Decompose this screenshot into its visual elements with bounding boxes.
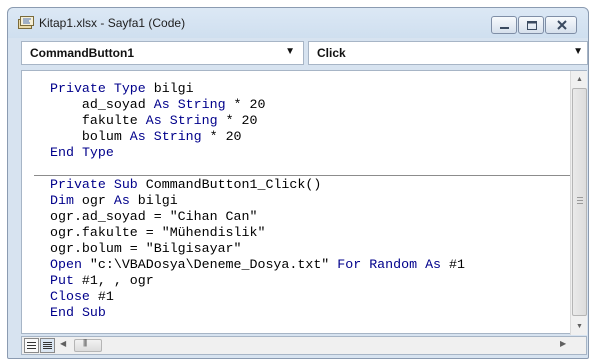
code-line[interactable]: End Type	[50, 145, 114, 161]
code-line[interactable]: Open "c:\VBADosya\Deneme_Dosya.txt" For …	[50, 257, 465, 273]
code-line[interactable]: Private Type bilgi	[50, 81, 194, 97]
code-area[interactable]: Private Type bilgi ad_soyad As String * …	[22, 71, 570, 335]
title-bar[interactable]: Kitap1.xlsx - Sayfa1 (Code)	[8, 8, 588, 38]
scroll-right-icon[interactable]: ▶	[560, 339, 566, 348]
code-line[interactable]: Put #1, , ogr	[50, 273, 154, 289]
code-line[interactable]: Close #1	[50, 289, 114, 305]
close-button[interactable]	[545, 16, 577, 34]
scroll-up-icon[interactable]: ▲	[571, 71, 588, 88]
procedure-dropdown[interactable]: Click ▼	[308, 41, 588, 65]
scroll-left-icon[interactable]: ◀	[60, 339, 66, 348]
code-line[interactable]: Dim ogr As bilgi	[50, 193, 178, 209]
code-line[interactable]: ogr.bolum = "Bilgisayar"	[50, 241, 242, 257]
horizontal-scroll-thumb[interactable]: |||	[74, 338, 102, 352]
code-line[interactable]: End Sub	[50, 305, 106, 321]
minimize-icon	[500, 27, 509, 29]
bottom-bar: ◀ ||| ▶	[21, 336, 587, 355]
vertical-scrollbar[interactable]: ▲ ▼	[570, 71, 587, 335]
scroll-down-icon[interactable]: ▼	[571, 318, 588, 335]
minimize-button[interactable]	[491, 16, 517, 34]
maximize-icon	[527, 21, 537, 30]
vba-module-icon	[18, 16, 34, 30]
full-module-view-button[interactable]	[40, 338, 55, 353]
close-icon	[557, 20, 567, 30]
code-line[interactable]: ogr.fakulte = "Mühendislik"	[50, 225, 265, 241]
code-line[interactable]: ogr.ad_soyad = "Cihan Can"	[50, 209, 257, 225]
window-title: Kitap1.xlsx - Sayfa1 (Code)	[39, 16, 186, 30]
vertical-scroll-thumb[interactable]	[572, 88, 587, 316]
object-dropdown-value: CommandButton1	[30, 46, 134, 60]
chevron-down-icon[interactable]: ▼	[573, 46, 583, 57]
procedure-dropdown-value: Click	[317, 46, 346, 60]
grip-icon	[577, 197, 583, 204]
chevron-down-icon[interactable]: ▼	[285, 46, 295, 57]
object-dropdown[interactable]: CommandButton1 ▼	[21, 41, 304, 65]
code-editor[interactable]: Private Type bilgi ad_soyad As String * …	[21, 70, 587, 335]
procedure-separator	[34, 175, 570, 176]
code-line[interactable]: ad_soyad As String * 20	[50, 97, 266, 113]
maximize-button[interactable]	[518, 16, 544, 34]
procedure-view-button[interactable]	[24, 338, 39, 353]
code-line[interactable]: Private Sub CommandButton1_Click()	[50, 177, 321, 193]
code-line[interactable]: bolum As String * 20	[50, 129, 242, 145]
code-line[interactable]: fakulte As String * 20	[50, 113, 258, 129]
code-window: Kitap1.xlsx - Sayfa1 (Code) CommandButto…	[7, 7, 589, 359]
